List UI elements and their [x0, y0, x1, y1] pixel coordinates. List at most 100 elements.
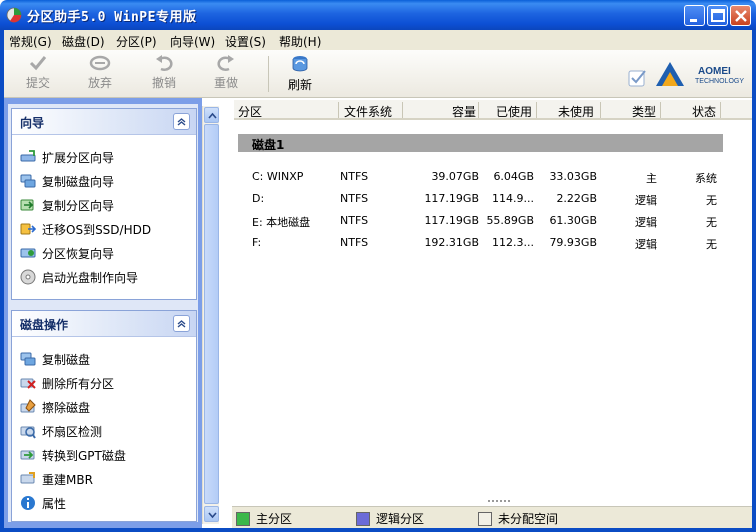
collapse-wizard-button[interactable] — [173, 113, 190, 130]
menu-general[interactable]: 常规(G) — [9, 33, 52, 50]
column-divider[interactable] — [338, 102, 339, 118]
disk-op-properties[interactable]: 属性 — [20, 493, 66, 513]
partition-recovery-icon — [20, 248, 36, 258]
aomei-logo: AOMEI TECHNOLOGY — [650, 58, 750, 92]
column-divider[interactable] — [478, 102, 479, 118]
primary-partition-swatch — [236, 511, 250, 526]
collapse-disk-ops-button[interactable] — [173, 315, 190, 332]
cell-type: 逻辑 — [635, 216, 657, 229]
table-row[interactable]: E: 本地磁盘 NTFS 117.19GB 55.89GB 61.30GB 逻辑… — [222, 214, 752, 234]
disk-op-label: 转换到GPT磁盘 — [42, 448, 126, 463]
discard-icon — [89, 55, 111, 71]
refresh-button[interactable]: 刷新 — [278, 54, 322, 94]
copy-disk-icon — [20, 352, 36, 366]
table-row[interactable]: C: WINXP NTFS 39.07GB 6.04GB 33.03GB 主 系… — [222, 170, 752, 190]
scroll-thumb[interactable] — [204, 124, 219, 504]
column-header-status[interactable]: 状态 — [692, 103, 716, 120]
window-frame-bottom — [0, 528, 756, 532]
chevron-up-icon — [177, 118, 186, 126]
undo-label: 撤销 — [151, 76, 176, 90]
disk-label: 磁盘1 — [252, 138, 285, 152]
legend-unallocated: 未分配空间 — [478, 510, 558, 527]
table-row[interactable]: F: NTFS 192.31GB 112.3... 79.93GB 逻辑 无 — [222, 236, 752, 256]
disk-op-label: 删除所有分区 — [42, 376, 115, 391]
wizard-item-extend-partition[interactable]: 扩展分区向导 — [20, 147, 114, 167]
close-button[interactable] — [730, 5, 751, 26]
disk-ops-group-header[interactable]: 磁盘操作 — [12, 311, 196, 337]
title-bar[interactable]: 分区助手5.0 WinPE专用版 — [0, 0, 756, 30]
wizard-item-recovery[interactable]: 分区恢复向导 — [20, 243, 114, 263]
wizard-item-copy-disk[interactable]: 复制磁盘向导 — [20, 171, 114, 191]
extend-partition-icon — [20, 150, 36, 162]
legend-label: 未分配空间 — [498, 512, 559, 526]
redo-icon — [217, 55, 234, 71]
legend-label: 主分区 — [256, 512, 293, 526]
menu-help[interactable]: 帮助(H) — [279, 33, 321, 50]
column-divider[interactable] — [402, 102, 403, 118]
disk-op-convert-gpt[interactable]: 转换到GPT磁盘 — [20, 445, 126, 465]
copy-partition-icon — [20, 199, 34, 211]
discard-button[interactable]: 放弃 — [78, 54, 122, 94]
chevron-down-icon — [208, 512, 217, 519]
disk-op-label: 属性 — [42, 496, 67, 511]
copy-disk-icon — [20, 174, 36, 188]
cell-partition: C: WINXP — [252, 170, 304, 183]
scroll-down-arrow[interactable] — [204, 506, 219, 522]
splitter-grip[interactable] — [488, 499, 518, 503]
discard-label: 放弃 — [87, 76, 112, 90]
minimize-button[interactable] — [684, 5, 705, 26]
app-icon — [6, 7, 22, 23]
maximize-button[interactable] — [707, 5, 728, 26]
logo-icon — [656, 62, 684, 86]
wizard-item-boot-disc[interactable]: 启动光盘制作向导 — [20, 267, 138, 287]
submit-button[interactable]: 提交 — [16, 54, 60, 94]
menu-disk[interactable]: 磁盘(D) — [62, 33, 105, 50]
legend-logical: 逻辑分区 — [356, 510, 424, 527]
menu-partition[interactable]: 分区(P) — [116, 33, 157, 50]
column-divider[interactable] — [660, 102, 661, 118]
disk-op-bad-sector[interactable]: 坏扇区检测 — [20, 421, 102, 441]
menu-wizard[interactable]: 向导(W) — [170, 33, 215, 50]
disk-ops-group-title: 磁盘操作 — [20, 318, 69, 332]
disk-op-delete-all[interactable]: 删除所有分区 — [20, 373, 114, 393]
undo-icon — [156, 55, 173, 71]
disk-header-bar[interactable] — [238, 134, 723, 152]
logo-name: AOMEI — [698, 66, 731, 77]
cell-status: 无 — [706, 194, 717, 207]
column-header-unused[interactable]: 未使用 — [558, 103, 594, 120]
disk-op-rebuild-mbr[interactable]: 重建MBR — [20, 469, 93, 489]
column-divider[interactable] — [600, 102, 601, 118]
menu-settings[interactable]: 设置(S) — [225, 33, 266, 50]
cell-filesystem: NTFS — [340, 170, 369, 183]
legend-bar: 主分区 逻辑分区 未分配空间 — [232, 506, 752, 528]
column-header-type[interactable]: 类型 — [632, 103, 656, 120]
unallocated-swatch — [478, 511, 492, 526]
wizard-group-header[interactable]: 向导 — [12, 109, 196, 135]
column-divider[interactable] — [720, 102, 721, 118]
wizard-item-migrate-os[interactable]: 迁移OS到SSD/HDD — [20, 219, 151, 239]
undo-button[interactable]: 撤销 — [142, 54, 186, 94]
disk-op-copy-disk[interactable]: 复制磁盘 — [20, 349, 90, 369]
scroll-up-arrow[interactable] — [204, 107, 219, 123]
column-header-partition[interactable]: 分区 — [238, 103, 262, 120]
window-frame-right — [752, 30, 756, 532]
redo-button[interactable]: 重做 — [204, 54, 248, 94]
left-panel-inner: 向导 扩展分区向导 复制磁盘向导 复制分区向导 迁移OS到SSD/HDD 分区恢… — [8, 104, 198, 522]
wizard-group: 向导 扩展分区向导 复制磁盘向导 复制分区向导 迁移OS到SSD/HDD 分区恢… — [11, 108, 197, 300]
disk-op-wipe-disk[interactable]: 擦除磁盘 — [20, 397, 90, 417]
cell-unused: 79.93GB — [549, 236, 597, 249]
column-header-capacity[interactable]: 容量 — [452, 103, 476, 120]
checkbox-icon[interactable] — [628, 68, 648, 88]
column-divider[interactable] — [536, 102, 537, 118]
cell-partition: D: — [252, 192, 265, 205]
refresh-icon — [292, 56, 308, 72]
table-row[interactable]: D: NTFS 117.19GB 114.9... 2.22GB 逻辑 无 — [222, 192, 752, 212]
column-header-filesystem[interactable]: 文件系统 — [344, 103, 392, 120]
partition-list: 分区 文件系统 容量 已使用 未使用 类型 状态 磁盘1 C: WINXP NT… — [222, 98, 752, 500]
cell-capacity: 117.19GB — [424, 214, 479, 227]
left-panel-scrollbar[interactable] — [202, 106, 219, 524]
cell-status: 系统 — [695, 172, 717, 185]
cell-capacity: 117.19GB — [424, 192, 479, 205]
column-header-used[interactable]: 已使用 — [496, 103, 532, 120]
wizard-item-copy-partition[interactable]: 复制分区向导 — [20, 195, 114, 215]
